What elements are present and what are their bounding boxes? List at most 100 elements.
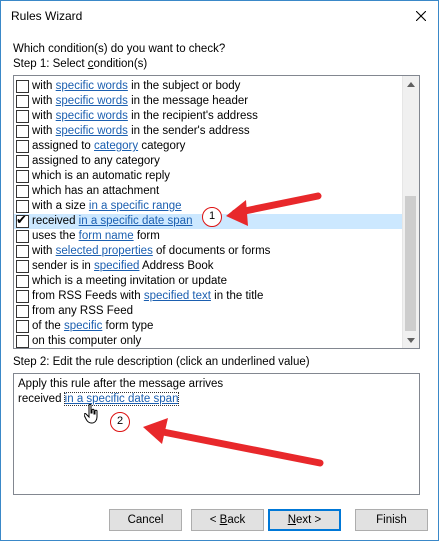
condition-row[interactable]: sender is in specified Address Book (14, 259, 404, 274)
back-button-post: ack (227, 514, 246, 526)
condition-row[interactable]: uses the form name form (14, 229, 404, 244)
rule-description-box: Apply this rule after the message arrive… (13, 373, 420, 495)
description-line-2-text: received (18, 393, 65, 405)
chevron-up-icon (407, 81, 415, 87)
close-button[interactable] (404, 1, 438, 31)
condition-checkbox[interactable]: ✔ (16, 213, 29, 228)
condition-checkbox[interactable] (16, 125, 29, 138)
condition-row[interactable]: with specific words in the subject or bo… (14, 79, 404, 94)
step1-label-pre: Step 1: Select (13, 58, 88, 70)
condition-row[interactable]: assigned to category category (14, 139, 404, 154)
condition-text: received (32, 215, 79, 227)
condition-row[interactable]: on this computer only (14, 334, 404, 348)
title-bar: Rules Wizard (1, 1, 438, 31)
condition-link[interactable]: specific words (56, 125, 128, 137)
description-line-1: Apply this rule after the message arrive… (18, 378, 224, 390)
condition-link[interactable]: form name (79, 230, 134, 242)
condition-checkbox[interactable] (16, 275, 29, 288)
condition-row[interactable]: with specific words in the message heade… (14, 94, 404, 109)
condition-checkbox[interactable] (16, 155, 29, 168)
condition-text-suffix: of documents or forms (152, 245, 271, 257)
next-button-accel: N (287, 514, 297, 526)
scrollbar-thumb[interactable] (405, 196, 416, 331)
condition-text: with (32, 245, 56, 257)
condition-checkbox[interactable] (16, 170, 29, 183)
condition-text-suffix: form (133, 230, 160, 242)
condition-row[interactable]: of the specific form type (14, 319, 404, 334)
condition-text: sender is in (32, 260, 95, 272)
rules-wizard-window: Rules Wizard Which condition(s) do you w… (0, 0, 439, 541)
prompt-text: Which condition(s) do you want to check? (13, 43, 226, 55)
condition-row[interactable]: assigned to any category (14, 154, 404, 169)
condition-text-suffix: in the subject or body (127, 80, 241, 92)
condition-text-suffix: in the message header (127, 95, 249, 107)
condition-checkbox[interactable] (16, 80, 29, 93)
step-badge-1: 1 (202, 207, 222, 227)
condition-text: with (32, 80, 56, 92)
condition-link[interactable]: specific words (56, 80, 128, 92)
scroll-down-arrow[interactable] (403, 332, 419, 348)
condition-row[interactable]: with specific words in the sender's addr… (14, 124, 404, 139)
scroll-up-arrow[interactable] (403, 76, 419, 92)
condition-text: from RSS Feeds with (32, 290, 144, 302)
condition-text: from any RSS Feed (32, 305, 133, 317)
condition-checkbox[interactable] (16, 260, 29, 273)
condition-text-suffix: category (138, 140, 186, 152)
step2-label: Step 2: Edit the rule description (click… (13, 356, 310, 368)
condition-text: uses the (32, 230, 79, 242)
condition-link[interactable]: specified (94, 260, 139, 272)
condition-text: assigned to (32, 140, 95, 152)
condition-text: of the (32, 320, 64, 332)
condition-checkbox[interactable] (16, 245, 29, 258)
condition-row[interactable]: with specific words in the recipient's a… (14, 109, 404, 124)
condition-link[interactable]: specific words (56, 110, 128, 122)
back-button[interactable]: < Back (191, 509, 264, 531)
condition-link[interactable]: in a specific range (89, 200, 182, 212)
date-span-link[interactable]: in a specific date span (63, 392, 180, 406)
condition-text: with (32, 110, 56, 122)
condition-link[interactable]: specified text (144, 290, 211, 302)
condition-row[interactable]: which is an automatic reply (14, 169, 404, 184)
condition-checkbox[interactable] (16, 110, 29, 123)
condition-checkbox[interactable] (16, 305, 29, 318)
condition-checkbox[interactable] (16, 320, 29, 333)
condition-checkbox[interactable] (16, 185, 29, 198)
condition-link[interactable]: category (94, 140, 138, 152)
close-icon (416, 11, 426, 21)
condition-link[interactable]: in a specific date span (79, 215, 193, 227)
condition-row[interactable]: with selected properties of documents or… (14, 244, 404, 259)
back-button-pre: < (209, 514, 220, 526)
step1-label-post: ondition(s) (93, 58, 148, 70)
finish-button[interactable]: Finish (355, 509, 428, 531)
condition-checkbox[interactable] (16, 230, 29, 243)
next-button-post: ext > (296, 514, 322, 526)
condition-checkbox[interactable] (16, 335, 29, 348)
condition-text: which is a meeting invitation or update (32, 275, 227, 287)
cancel-button[interactable]: Cancel (109, 509, 182, 531)
condition-text: with (32, 125, 56, 137)
condition-text: with a size (32, 200, 89, 212)
vertical-scrollbar[interactable] (402, 76, 419, 348)
condition-text: which is an automatic reply (32, 170, 171, 182)
condition-row[interactable]: which is a meeting invitation or update (14, 274, 404, 289)
condition-text: with (32, 95, 56, 107)
condition-text-suffix: Address Book (139, 260, 214, 272)
condition-row[interactable]: from any RSS Feed (14, 304, 404, 319)
condition-row[interactable]: which has an attachment (14, 184, 404, 199)
condition-text-suffix: in the recipient's address (127, 110, 258, 122)
chevron-down-icon (407, 337, 415, 343)
condition-text: assigned to any category (32, 155, 160, 167)
step1-label: Step 1: Select condition(s) (13, 58, 147, 70)
condition-text-suffix: in the title (210, 290, 264, 302)
window-title: Rules Wizard (11, 9, 83, 23)
condition-checkbox[interactable] (16, 140, 29, 153)
condition-link[interactable]: specific (64, 320, 102, 332)
next-button[interactable]: Next > (268, 509, 341, 531)
condition-text-suffix: form type (102, 320, 154, 332)
condition-link[interactable]: selected properties (56, 245, 153, 257)
condition-checkbox[interactable] (16, 290, 29, 303)
condition-link[interactable]: specific words (56, 95, 128, 107)
condition-checkbox[interactable] (16, 95, 29, 108)
condition-row[interactable]: from RSS Feeds with specified text in th… (14, 289, 404, 304)
condition-text-suffix: in the sender's address (127, 125, 250, 137)
